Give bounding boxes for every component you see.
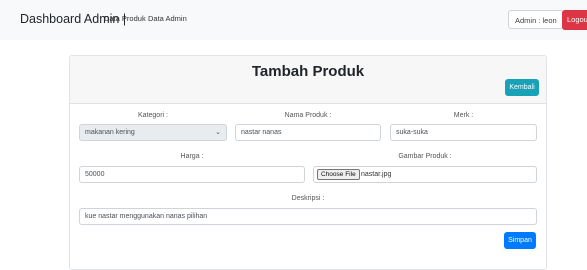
gambar-file-input[interactable]: Choose File nastar.jpg [313,166,537,183]
merk-label: Merk : [453,112,474,119]
nav-link-data-admin[interactable]: Data Admin [148,14,187,23]
chevron-down-icon: ⌄ [215,129,221,136]
logout-button[interactable]: Logout [562,10,587,30]
navbar: Dashboard Admin | Data Produk Data Admin… [0,0,587,40]
nama-produk-label: Nama Produk : [284,112,332,119]
kategori-label: Kategori : [138,112,168,119]
kategori-select[interactable]: makanan kering ⌄ [79,124,227,141]
admin-user-badge[interactable]: Admin : leon [508,10,564,29]
nav-link-data-produk[interactable]: Data Produk [104,14,146,23]
harga-input[interactable]: 50000 [79,166,305,183]
kategori-value: makanan kering [85,129,135,136]
merk-input[interactable]: suka-suka [390,124,537,141]
gambar-produk-label: Gambar Produk : [398,153,452,160]
card-header: Tambah Produk Kembali [70,56,546,104]
choose-file-button[interactable]: Choose File [317,169,360,180]
file-name: nastar.jpg [361,171,392,178]
harga-label: Harga : [180,153,204,160]
nama-produk-input[interactable]: nastar nanas [235,124,381,141]
page-title: Tambah Produk [251,63,365,80]
deskripsi-label: Deskripsi : [291,195,325,202]
deskripsi-input[interactable]: kue nastar menggunakan nanas pilihan [79,208,537,225]
add-product-card: Tambah Produk Kembali Kategori : Nama Pr… [69,55,547,270]
save-button[interactable]: Simpan [504,232,536,249]
back-button[interactable]: Kembali [505,79,539,96]
